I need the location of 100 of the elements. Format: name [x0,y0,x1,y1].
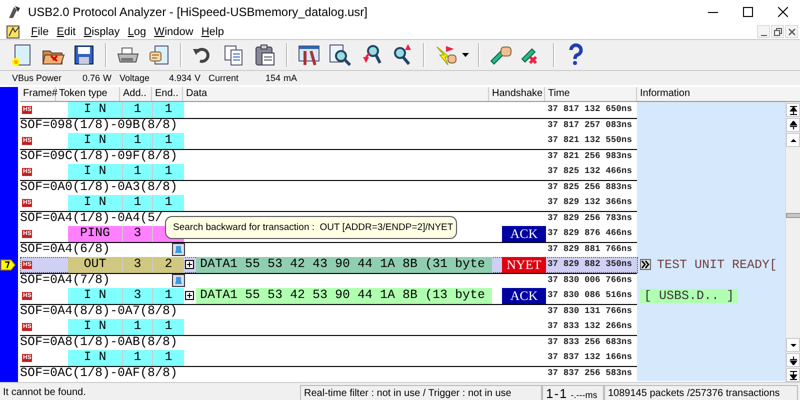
address-cell: 1 [123,350,153,366]
time-cell-text: 37 829 881 766ns [546,242,633,256]
time-cell-text: 37 829 876 466ns [546,227,633,240]
endpoint-cell: 1 [153,102,184,118]
scroll-bottom-button[interactable] [786,368,800,382]
caret-icon[interactable] [462,53,469,57]
save-icon[interactable] [72,43,96,67]
scroll-up-button[interactable] [786,133,800,147]
time-cell-text: 37 829 882 350ns [546,258,633,271]
column-header[interactable]: Add.. [120,87,152,101]
time-cell-text: 37 837 256 583ns [546,366,633,380]
marker-icon[interactable] [172,274,185,286]
table-row[interactable]: SOF=0A8(1/8)-0AB(8/8) 37 833 256 683ns [20,334,785,350]
voltage-value: 4.934 [168,73,192,83]
table-row[interactable]: SOF=098(1/8)-09B(8/8) 37 817 257 083ns [20,118,785,133]
page-down-icon[interactable] [788,356,798,364]
handshake-cell: ACK [502,288,546,304]
filter-status: Real-time filter : not in use / Trigger : not in use [300,384,542,400]
marker-icon[interactable] [172,242,185,256]
menu-item[interactable]: Display [80,26,125,38]
token-cell: I N [68,350,123,366]
totals-text: 1089145 packets /257376 transactions [604,384,798,400]
address-cell: 1 [123,195,153,210]
expand-icon[interactable] [185,260,194,270]
menu-item[interactable]: Log [124,26,152,38]
endpoint-cell: 1 [153,319,184,334]
table-row[interactable]: SOF=09C(1/8)-09F(8/8) 37 821 256 983ns [20,148,785,164]
current-value: 154 [264,73,281,83]
table-row[interactable]: SOF=0AC(1/8)-0AF(8/8) 37 837 256 583ns [20,366,785,381]
status-message: It cannot be found. [2,387,87,398]
voltage-unit: V [194,73,201,83]
data-cell: DATA1 55 53 42 43 90 44 1A 8B (31 byte [196,257,492,272]
endpoint-cell: 1 [153,133,184,148]
time-cell-text: 37 817 257 083ns [546,118,633,132]
duration-text: -.---ms [570,388,598,400]
column-header[interactable]: End.. [152,87,183,101]
column-header[interactable]: Data [183,87,489,101]
time-cell-text: 37 825 132 466ns [546,165,633,178]
column-header[interactable]: Token type [56,87,120,101]
page-down-button[interactable] [786,353,800,367]
endpoint-cell: 2 [153,257,184,272]
table-row[interactable]: SOF=0A4(6/8) 37 829 881 766ns [20,242,785,257]
restore-icon[interactable] [774,28,782,36]
address-cell: 1 [123,164,153,180]
address-cell: 1 [123,102,153,118]
table-row[interactable]: SOF=0A4(8/8)-0A7(8/8) 37 830 131 766ns [20,304,785,319]
time-cell-text: 37 817 132 650ns [546,103,633,116]
search-document-icon[interactable] [328,43,352,67]
scroll-thumb[interactable] [786,213,800,218]
power-unit: W [103,73,112,83]
scroll-top-button[interactable] [786,103,800,117]
token-cell: I N [68,164,123,180]
close-icon[interactable] [778,7,788,17]
tools-icon[interactable] [297,43,321,67]
expand-icon[interactable] [185,291,194,300]
table-row[interactable]: SOF=0A0(1/8)-0A3(8/8) 37 825 256 883ns [20,180,785,195]
sof-text: SOF=0A4(7/8) [20,272,110,288]
app-icon [6,4,22,20]
sof-text: SOF=0A8(1/8)-0AB(8/8) [20,334,178,350]
time-cell-text: 37 833 132 266ns [546,320,633,333]
page-up-icon[interactable] [788,120,798,130]
sof-text: SOF=0AC(1/8)-0AF(8/8) [20,366,178,381]
table-row[interactable]: SOF=0A4(7/8) 37 830 006 766ns [20,272,785,288]
time-cell-text: 37 829 132 366ns [546,196,633,209]
time-cell-text: 37 821 132 550ns [546,134,633,147]
address-cell: 3 [123,226,153,242]
sof-text: SOF=0A0(1/8)-0A3(8/8) [20,180,178,195]
column-header[interactable]: Information [637,87,787,101]
menu-item[interactable]: Help [198,26,229,38]
time-cell-text: 37 837 132 166ns [546,351,633,364]
column-header[interactable]: Frame# [20,87,56,101]
scrollbar[interactable] [785,102,800,382]
menu-item[interactable]: File [28,26,54,38]
minimize-button[interactable] [757,25,770,38]
restore-button[interactable] [771,25,784,38]
maximize-icon[interactable] [742,7,752,17]
token-cell: PING [68,226,123,242]
column-header[interactable]: Handshake [489,87,545,101]
time-cell-text: 37 821 256 983ns [546,150,633,162]
paste-icon[interactable] [253,43,277,67]
column-header[interactable]: Time [545,87,637,101]
scroll-top-icon[interactable] [788,106,798,114]
scroll-down-button[interactable] [786,338,800,352]
menu-item[interactable]: Edit [54,26,81,38]
cursor-icon [0,259,16,271]
close-icon[interactable] [788,28,796,36]
menu-item[interactable]: Window [151,26,198,38]
data-cell: DATA1 55 53 42 53 90 44 1A 8B (13 byte [196,288,492,304]
time-cell-text: 37 833 256 683ns [546,336,633,348]
info-text: TEST UNIT READY[ [657,258,778,272]
page-up-button[interactable] [786,118,800,132]
close-button[interactable] [785,25,798,38]
endpoint-cell: 1 [153,350,184,366]
expand-arrow-icon[interactable] [640,259,651,270]
scroll-bottom-icon[interactable] [788,370,798,380]
info-text: [ USBS.D.. ] [640,288,738,303]
print-preview-icon[interactable] [147,43,171,67]
tooltip: Search backward for transaction : OUT [ADDR=3/ENDP=2]/NYET [165,216,457,239]
lightning-hand-icon[interactable] [434,43,458,67]
power-label: VBus Power [12,73,63,83]
